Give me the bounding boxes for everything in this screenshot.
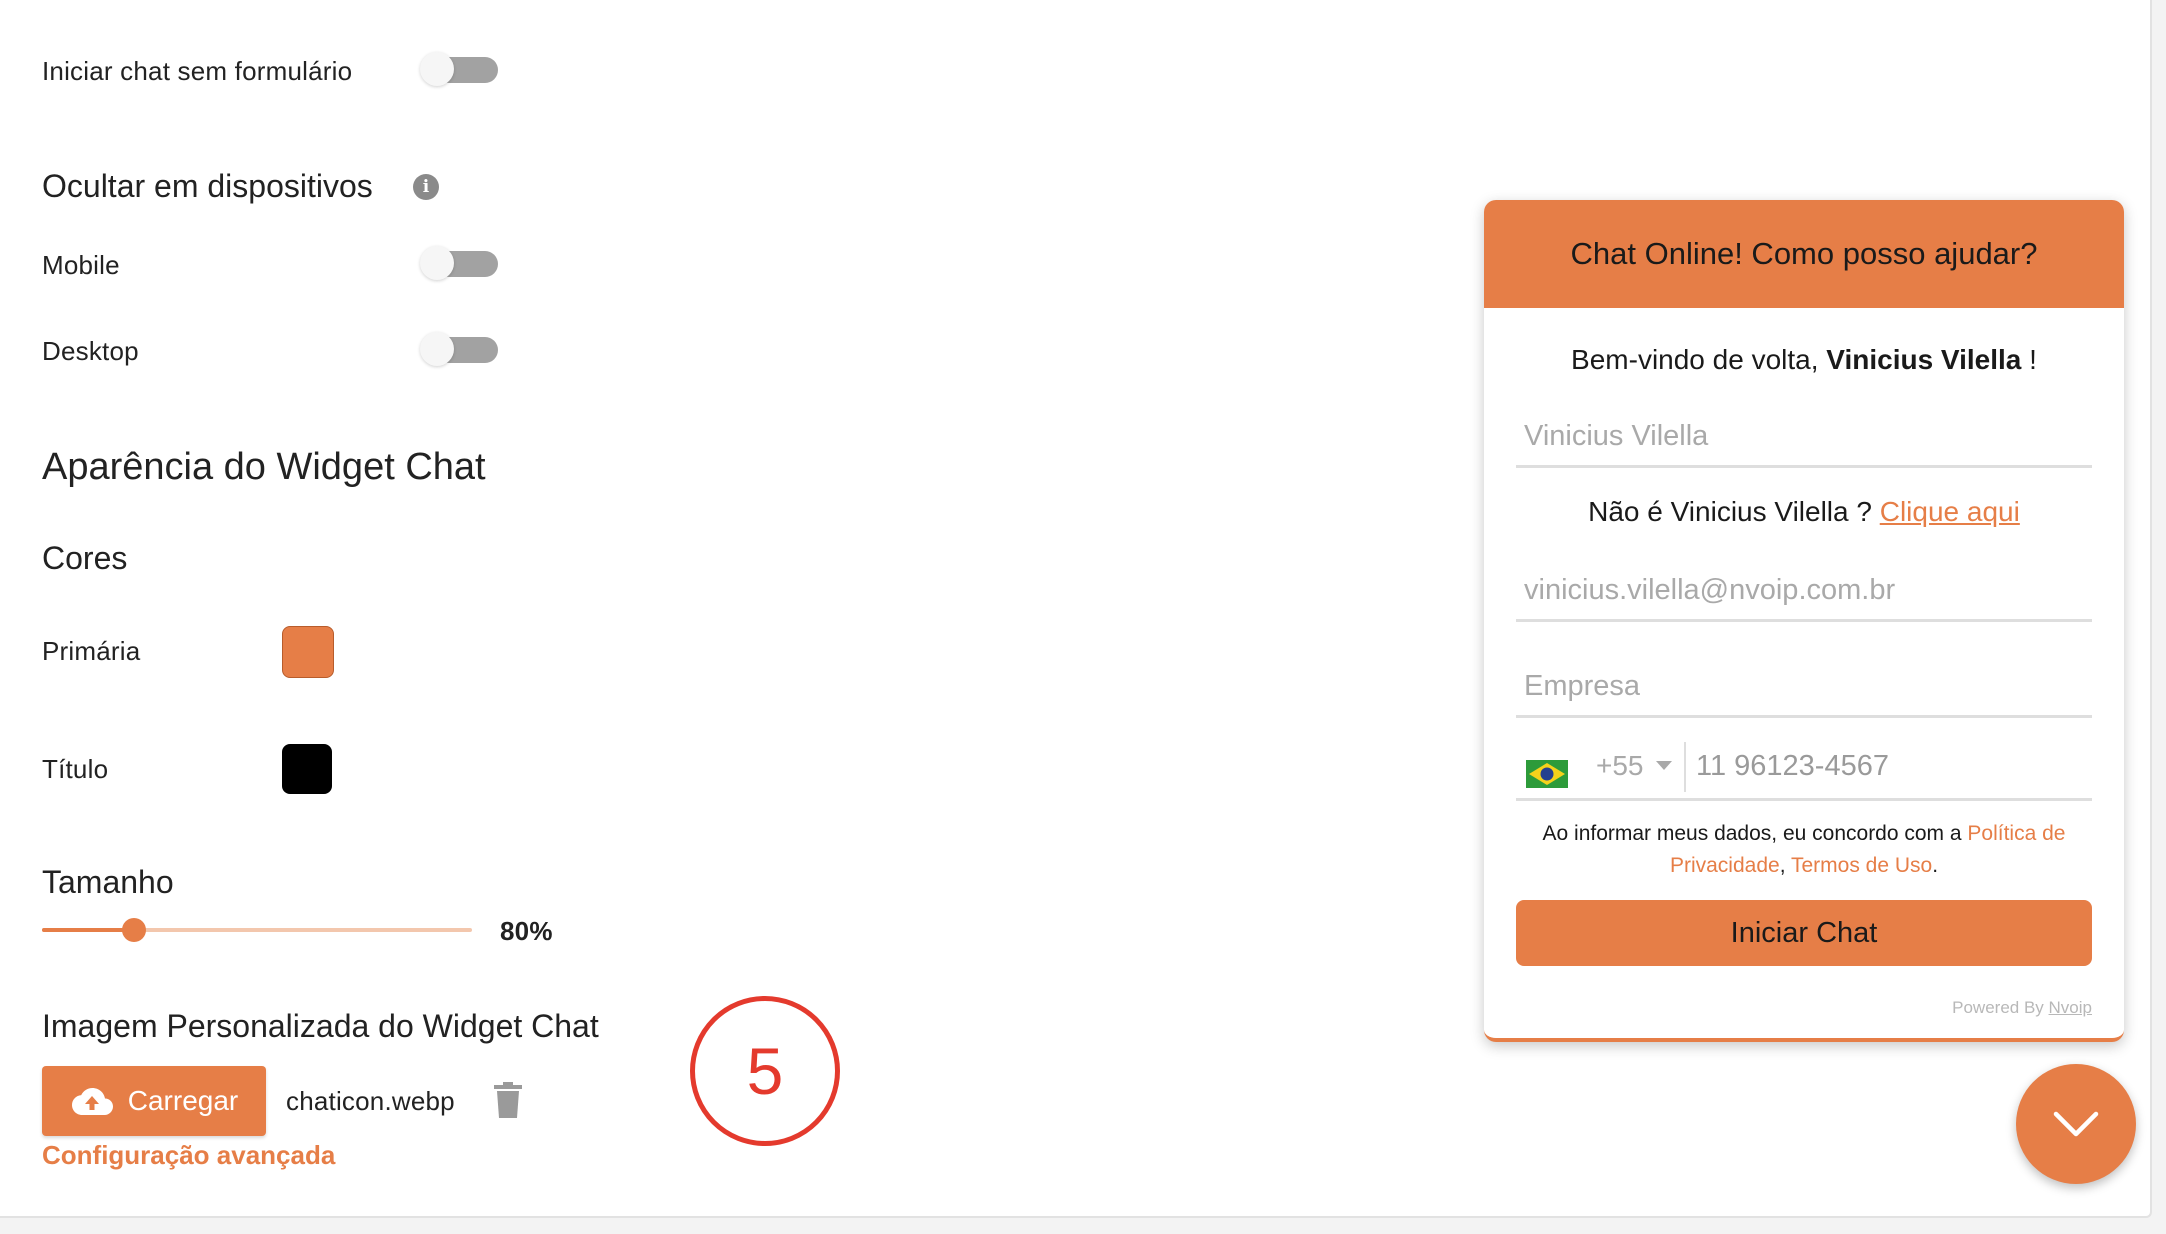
colors-heading: Cores [42, 540, 128, 576]
phone-number-field[interactable]: 11 96123-4567 [1696, 750, 1889, 783]
start-chat-button[interactable]: Iniciar Chat [1516, 900, 2092, 966]
widget-welcome: Bem-vindo de volta, Vinicius Vilella ! [1484, 344, 2124, 376]
widget-company-field[interactable]: Empresa [1516, 670, 2092, 718]
legal-end: . [1932, 854, 1939, 877]
desktop-toggle[interactable] [420, 332, 498, 366]
phone-underline [1516, 798, 2092, 801]
phone-divider [1684, 742, 1686, 792]
start-without-form-toggle[interactable] [420, 52, 498, 86]
chevron-down-icon [2053, 1111, 2099, 1137]
title-color-swatch[interactable] [282, 744, 332, 794]
toggle-knob [420, 52, 454, 86]
not-you-link[interactable]: Clique aqui [1880, 496, 2020, 527]
phone-country-code[interactable]: +55 [1596, 750, 1644, 782]
info-icon[interactable]: i [413, 174, 439, 200]
mobile-label: Mobile [42, 250, 120, 280]
size-heading: Tamanho [42, 864, 174, 900]
welcome-suffix: ! [2021, 344, 2037, 375]
advanced-settings-link[interactable]: Configuração avançada [42, 1140, 335, 1171]
legal-prefix: Ao informar meus dados, eu concordo com … [1542, 822, 1968, 845]
brazil-flag-icon[interactable] [1526, 760, 1568, 788]
primary-color-label: Primária [42, 636, 141, 666]
widget-legal-text: Ao informar meus dados, eu concordo com … [1516, 818, 2092, 882]
widget-email-field[interactable]: vinicius.vilella@nvoip.com.br [1516, 574, 2092, 622]
powered-prefix: Powered By [1952, 998, 2049, 1017]
welcome-prefix: Bem-vindo de volta, [1571, 344, 1827, 375]
widget-name-field[interactable]: Vinicius Vilella [1516, 420, 2092, 468]
size-value: 80% [500, 916, 553, 946]
hide-devices-heading: Ocultar em dispositivos [42, 168, 373, 204]
step-marker: 5 [690, 996, 840, 1146]
widget-not-you: Não é Vinicius Vilella ? Clique aqui [1484, 496, 2124, 528]
start-without-form-label: Iniciar chat sem formulário [42, 56, 353, 86]
toggle-knob [420, 246, 454, 280]
size-slider-fill [42, 928, 135, 932]
title-color-label: Título [42, 754, 109, 784]
widget-toggle-fab[interactable] [2016, 1064, 2136, 1184]
powered-brand-link[interactable]: Nvoip [2049, 998, 2092, 1017]
uploaded-filename: chaticon.webp [286, 1086, 455, 1116]
legal-separator: , [1779, 854, 1791, 877]
primary-color-swatch[interactable] [282, 626, 334, 678]
size-slider-thumb[interactable] [122, 918, 147, 942]
welcome-name: Vinicius Vilella [1826, 344, 2022, 375]
toggle-knob [420, 332, 454, 366]
trash-icon[interactable] [494, 1082, 522, 1123]
not-you-text: Não é Vinicius Vilella ? [1588, 496, 1880, 527]
widget-header-title: Chat Online! Como posso ajudar? [1484, 200, 2124, 308]
chat-widget-preview: Chat Online! Como posso ajudar? Bem-vind… [1484, 200, 2124, 1042]
appearance-heading: Aparência do Widget Chat [42, 446, 486, 488]
cloud-upload-icon [71, 1088, 113, 1115]
mobile-toggle[interactable] [420, 246, 498, 280]
upload-button[interactable]: Carregar [42, 1066, 266, 1136]
upload-label: Carregar [127, 1085, 239, 1116]
chevron-down-icon[interactable] [1656, 758, 1672, 776]
terms-of-use-link[interactable]: Termos de Uso [1791, 854, 1932, 877]
powered-by: Powered By Nvoip [1952, 998, 2092, 1018]
custom-image-heading: Imagem Personalizada do Widget Chat [42, 1008, 599, 1044]
desktop-label: Desktop [42, 336, 139, 366]
